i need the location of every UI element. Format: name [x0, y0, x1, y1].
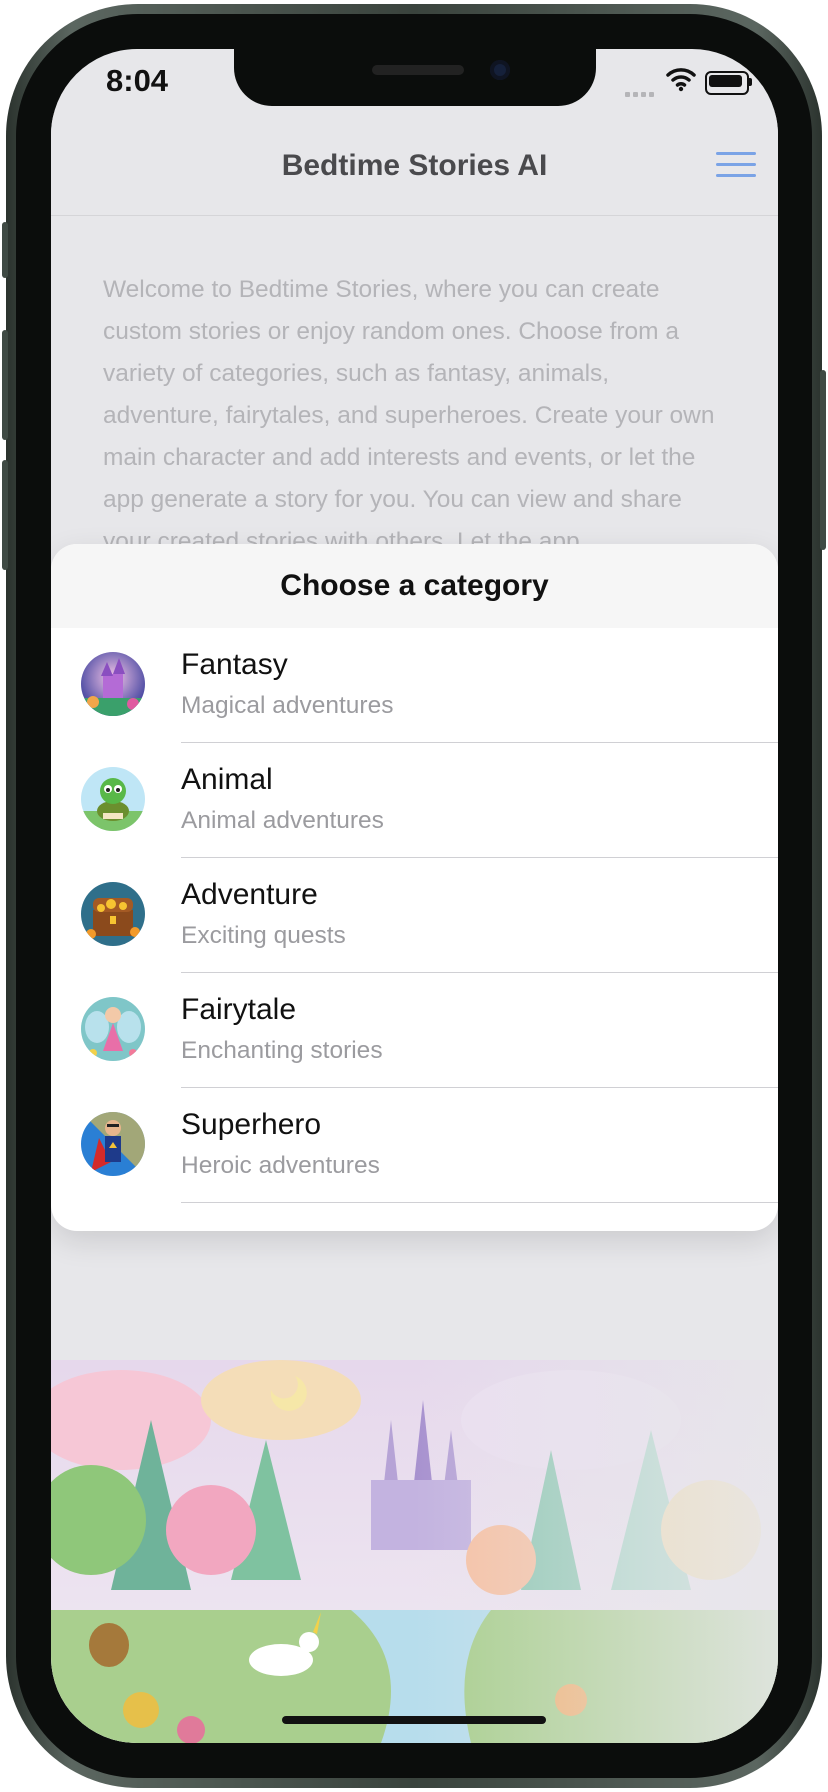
cellular-signal-icon [625, 84, 657, 102]
category-subtitle: Enchanting stories [181, 1037, 383, 1064]
category-subtitle: Exciting quests [181, 922, 346, 949]
mute-switch [2, 222, 8, 278]
superhero-icon [81, 1112, 145, 1176]
treasure-chest-icon [81, 882, 145, 946]
category-title: Adventure [181, 878, 318, 911]
category-title: Fairytale [181, 993, 297, 1026]
front-camera-icon [490, 60, 510, 80]
category-subtitle: Heroic adventures [181, 1152, 380, 1179]
power-button [820, 370, 826, 550]
category-subtitle: Magical adventures [181, 692, 394, 719]
sheet-title: Choose a category [51, 544, 778, 628]
home-indicator[interactable] [282, 1716, 546, 1724]
category-subtitle: Animal adventures [181, 807, 384, 834]
category-row-animal[interactable]: Animal Animal adventures [51, 743, 778, 858]
app-screen: 8:04 Bedtime Stories AI Welcome to Bedti… [51, 49, 778, 1743]
volume-up-button [2, 330, 8, 440]
app-title: Bedtime Stories AI [281, 149, 548, 182]
notch [234, 49, 596, 106]
fantasy-landscape-illustration [51, 1360, 778, 1743]
turtle-icon [81, 767, 145, 831]
battery-icon [705, 71, 749, 95]
speaker-grille [372, 65, 464, 75]
category-sheet: Choose a category Fantasy Magical advent… [51, 544, 778, 1231]
category-row-fantasy[interactable]: Fantasy Magical adventures [51, 628, 778, 743]
fairy-icon [81, 997, 145, 1061]
row-divider [181, 1202, 778, 1203]
category-title: Animal [181, 763, 273, 796]
category-title: Superhero [181, 1108, 322, 1141]
category-row-superhero[interactable]: Superhero Heroic adventures [51, 1088, 778, 1203]
battery-tip [749, 78, 752, 86]
welcome-text: Welcome to Bedtime Stories, where you ca… [103, 276, 715, 555]
castle-icon [81, 652, 145, 716]
volume-down-button [2, 460, 8, 570]
wifi-icon [666, 68, 696, 92]
category-title: Fantasy [181, 648, 288, 681]
category-row-fairytale[interactable]: Fairytale Enchanting stories [51, 973, 778, 1088]
navigation-bar: Bedtime Stories AI [51, 113, 778, 216]
category-row-adventure[interactable]: Adventure Exciting quests [51, 858, 778, 973]
hamburger-menu-icon[interactable] [716, 152, 756, 182]
status-time: 8:04 [106, 63, 169, 98]
